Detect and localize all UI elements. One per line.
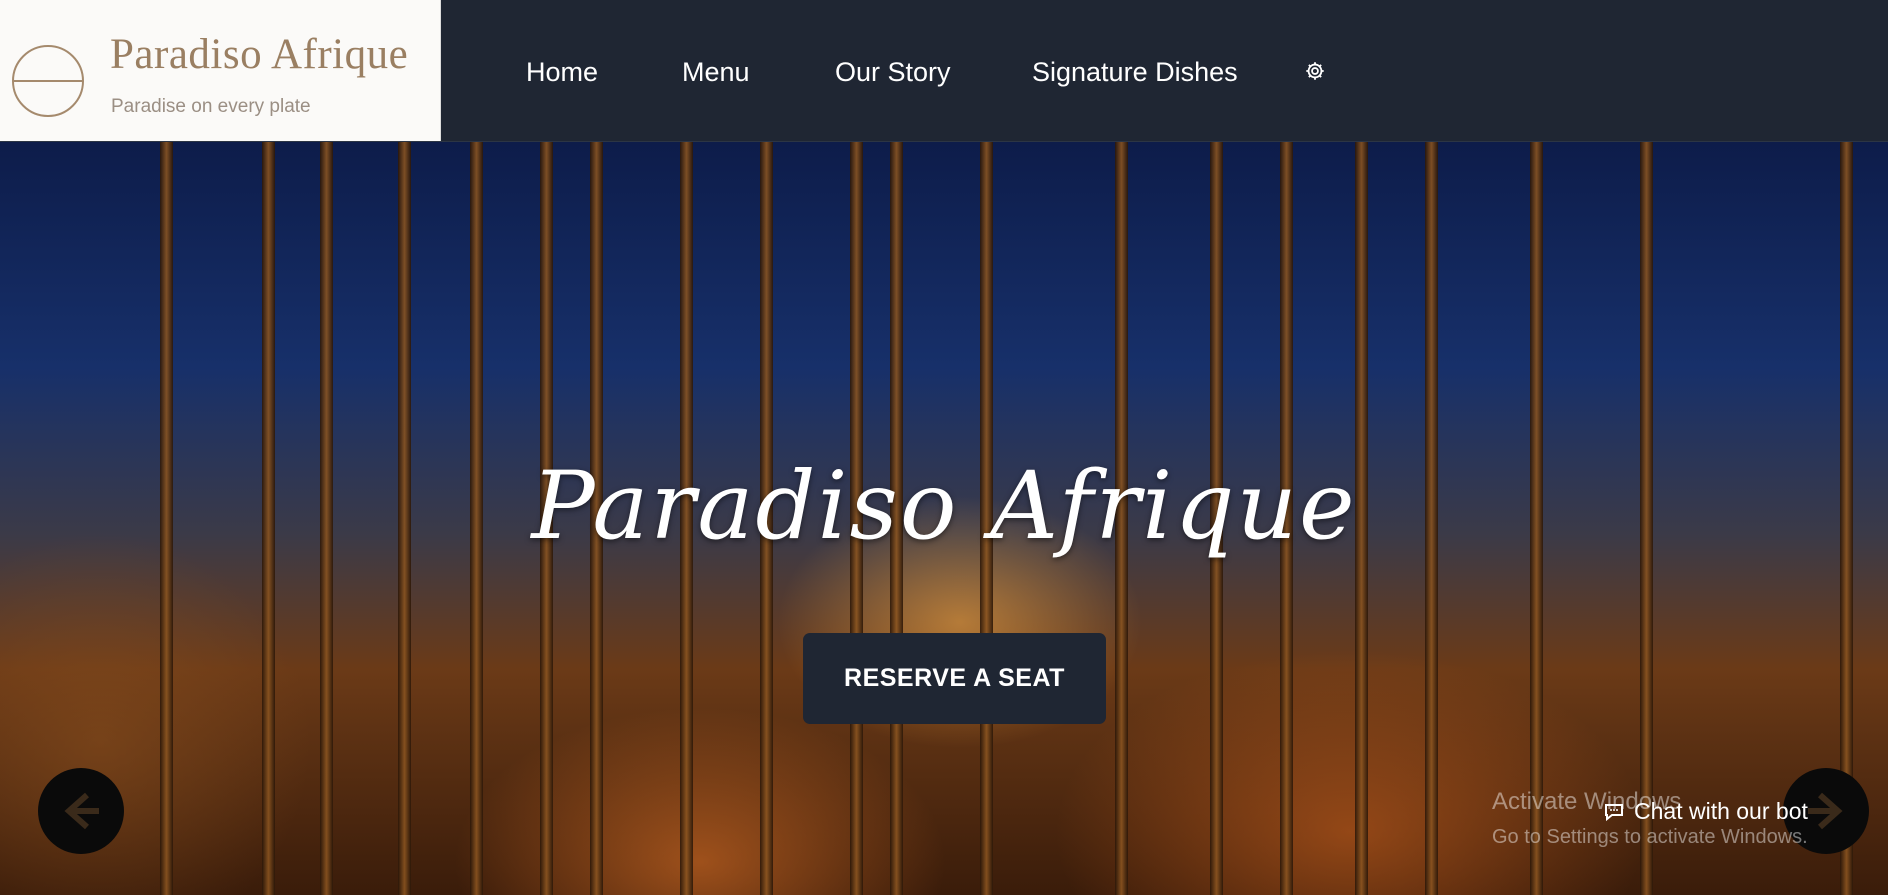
- arrow-left-icon: [64, 792, 99, 830]
- nav-item-menu[interactable]: Menu: [682, 57, 750, 88]
- nav-item-signature-dishes[interactable]: Signature Dishes: [1032, 57, 1238, 88]
- chat-icon: [1605, 803, 1623, 821]
- chat-bot-button[interactable]: Chat with our bot: [1602, 798, 1808, 825]
- windows-activation-hint: Go to Settings to activate Windows.: [1492, 826, 1808, 848]
- carousel-prev-button[interactable]: [38, 768, 124, 854]
- gear-icon[interactable]: [1304, 60, 1326, 82]
- arrow-right-icon: [1808, 792, 1843, 830]
- brand-name: Paradiso Afrique: [110, 31, 409, 78]
- brand-tagline: Paradise on every plate: [111, 96, 311, 117]
- logo-icon: [12, 45, 84, 117]
- nav-item-our-story[interactable]: Our Story: [835, 57, 951, 88]
- chat-bot-label: Chat with our bot: [1634, 798, 1808, 824]
- hero-banner: Paradiso Afrique RESERVE A SEAT Activate…: [0, 142, 1888, 895]
- reserve-seat-button[interactable]: RESERVE A SEAT: [803, 633, 1106, 724]
- logo-area[interactable]: Paradiso Afrique Paradise on every plate: [0, 0, 441, 141]
- nav-item-home[interactable]: Home: [526, 57, 598, 88]
- site-header: Paradiso Afrique Paradise on every plate…: [0, 0, 1888, 142]
- hero-title: Paradiso Afrique: [531, 452, 1357, 561]
